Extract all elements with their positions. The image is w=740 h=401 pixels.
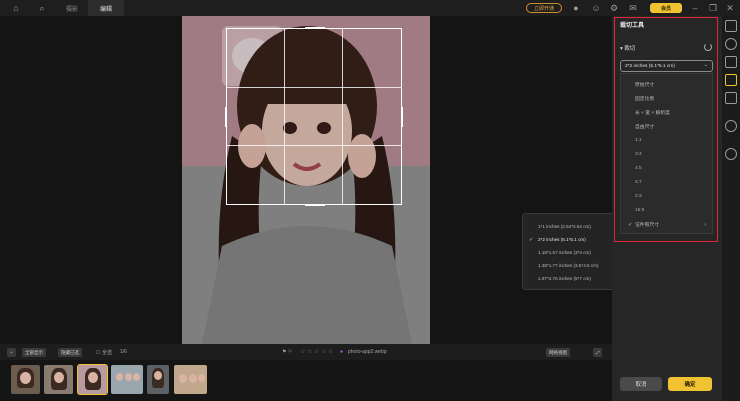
thumbnail[interactable] (11, 365, 40, 394)
top-bar: ⌂ ⌕ 摄影 编辑 立即开通 ● ☺ ⚙ ✉ 会员 – ❐ ✕ (0, 0, 740, 16)
minimize-icon[interactable]: – (689, 2, 701, 14)
smile-icon[interactable]: ☺ (590, 2, 602, 14)
crop-handle-left[interactable] (225, 107, 227, 127)
id-size-option[interactable]: 1.97*2.76 inches (5*7 cm) (523, 272, 620, 285)
id-size-option[interactable]: 1.38*1.77 inches (3.5*4.5 cm) (523, 259, 620, 272)
crop-handle-right[interactable] (401, 107, 403, 127)
vip-button[interactable]: 立即开通 (526, 3, 562, 13)
expand-icon[interactable]: ⤢ (593, 348, 602, 357)
show-all-button[interactable]: 全部显示 (22, 348, 46, 357)
add-icon[interactable] (725, 148, 737, 160)
crop-grid-line (227, 144, 401, 146)
crop-icon[interactable] (725, 74, 737, 86)
id-size-option[interactable]: 1.18*1.57 inches (3*4 cm) (523, 246, 620, 259)
star-icon[interactable]: ☆ (328, 348, 333, 355)
id-size-option-selected[interactable]: ✓ 2*2 inches (5.1*5.1 cm) (523, 233, 620, 246)
select-all-label: 全选 (101, 350, 112, 356)
close-icon[interactable]: ✕ (724, 2, 736, 14)
thumbnail[interactable] (174, 365, 207, 394)
crop-grid-line (284, 29, 286, 204)
file-name: photo-app2.webp (348, 349, 387, 355)
tab-photo[interactable]: 摄影 (58, 0, 86, 16)
color-label-icon[interactable]: ● (340, 349, 343, 355)
flag-icon[interactable]: ⚑ ⚐ (282, 349, 292, 355)
star-icon[interactable]: ☆ (307, 348, 312, 355)
crop-grid-line (227, 86, 401, 88)
add-button[interactable]: + (7, 348, 16, 357)
maximize-icon[interactable]: ❐ (707, 2, 719, 14)
gift-icon[interactable]: ✉ (627, 2, 639, 14)
thumbnail[interactable] (111, 365, 143, 394)
id-size-option-label: 2*2 inches (5.1*5.1 cm) (538, 237, 586, 242)
id-size-option[interactable]: 1*1 inches (2.54*2.54 cm) (523, 220, 620, 233)
confirm-button[interactable]: 确定 (668, 377, 712, 391)
filmstrip-toolbar: + 全部显示 隐藏已选 ☐ 全选 1/6 ⚑ ⚐ ☆ ☆ ☆ ☆ ☆ ● pho… (0, 344, 612, 360)
hide-selected-button[interactable]: 隐藏已选 (58, 348, 82, 357)
star-icon[interactable]: ☆ (321, 348, 326, 355)
filmstrip (0, 360, 612, 401)
crop-handle-bottom[interactable] (305, 204, 325, 206)
camera-icon[interactable] (725, 92, 737, 104)
thumbnail-selected[interactable] (77, 364, 108, 395)
adjust-sliders-icon[interactable] (725, 20, 737, 32)
gear-icon[interactable]: ⚙ (608, 2, 620, 14)
user-avatar-icon[interactable]: ● (570, 2, 582, 14)
check-icon: ✓ (529, 236, 534, 243)
view-mode-select[interactable]: 网格视图 (546, 348, 570, 357)
cancel-button[interactable]: 取消 (620, 377, 662, 391)
id-size-popup: 1*1 inches (2.54*2.54 cm) ✓ 2*2 inches (… (522, 213, 621, 290)
search-icon[interactable]: ⌕ (36, 2, 48, 14)
thumbnail[interactable] (147, 365, 169, 394)
history-icon[interactable] (725, 120, 737, 132)
tab-edit[interactable]: 编辑 (88, 0, 124, 16)
image-counter: 1/6 (120, 349, 127, 355)
crop-handle-top[interactable] (305, 27, 325, 29)
buy-vip-button[interactable]: 会员 (650, 3, 682, 13)
star-icon[interactable]: ☆ (300, 348, 305, 355)
crop-grid-line (341, 29, 343, 204)
image-icon[interactable] (725, 56, 737, 68)
home-icon[interactable]: ⌂ (10, 2, 22, 14)
crop-frame[interactable] (225, 27, 403, 206)
tool-rail (722, 16, 740, 401)
photo-canvas: 1*1 inches (2.54*2.54 cm) ✓ 2*2 inches (… (0, 16, 621, 344)
highlight-frame (614, 17, 718, 242)
color-icon[interactable] (725, 38, 737, 50)
thumbnail[interactable] (44, 365, 73, 394)
select-all-checkbox[interactable]: ☐ 全选 (96, 349, 112, 356)
app-window: ⌂ ⌕ 摄影 编辑 立即开通 ● ☺ ⚙ ✉ 会员 – ❐ ✕ 1*1 inch… (0, 0, 740, 401)
star-icon[interactable]: ☆ (314, 348, 319, 355)
